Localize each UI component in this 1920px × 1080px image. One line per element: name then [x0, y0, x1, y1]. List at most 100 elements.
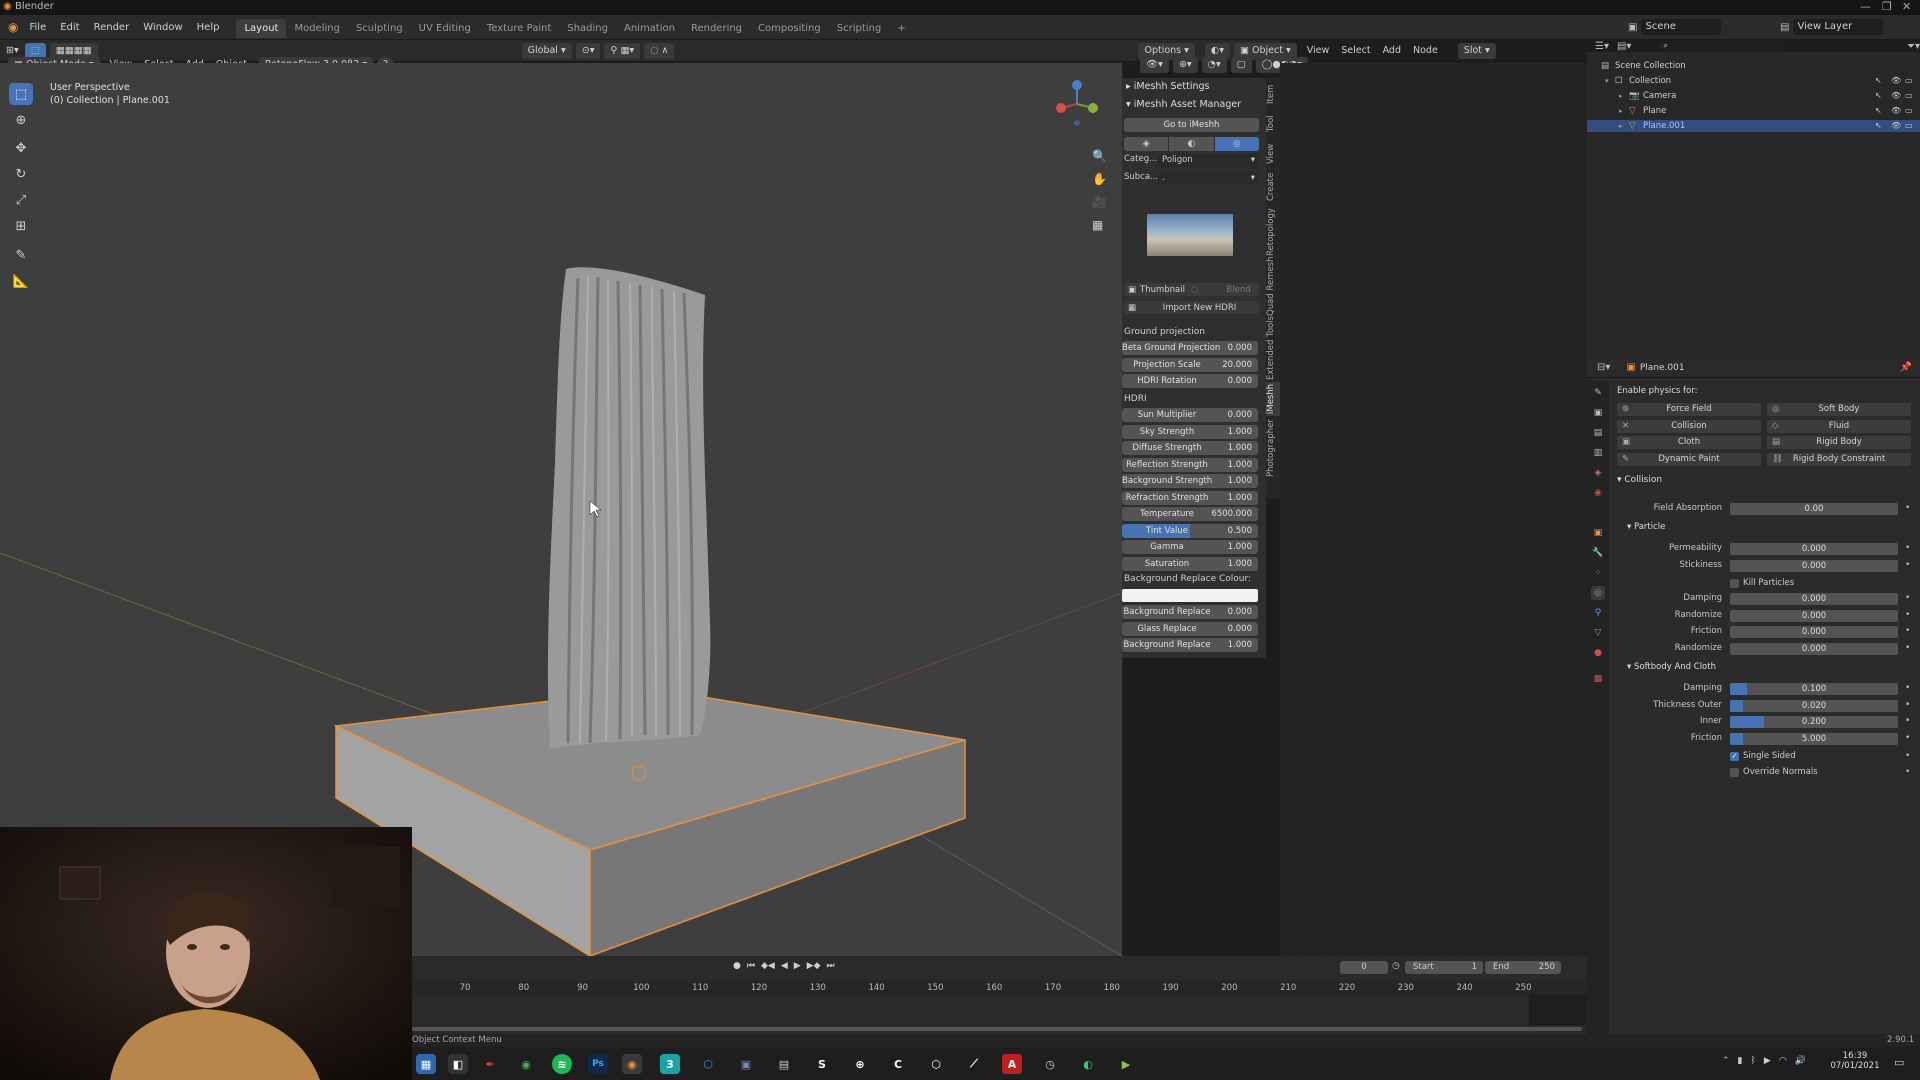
tab-view[interactable]: View [1266, 140, 1280, 168]
tab-uv-editing[interactable]: UV Editing [411, 19, 479, 38]
vectorworks-icon[interactable]: ⟋ [964, 1054, 984, 1074]
box-icon[interactable]: ⬡ [698, 1054, 718, 1074]
background-colour-swatch[interactable] [1122, 589, 1258, 602]
material-type-icon[interactable]: ◐ [1169, 136, 1214, 151]
hdri-row[interactable]: Saturation 1.000 [1122, 556, 1258, 571]
selectable-icon[interactable]: ↖ [1875, 105, 1882, 117]
softbody-0-field[interactable]: 0.100 [1730, 683, 1898, 695]
3d-viewport[interactable]: User Perspective (0) Collection | Plane.… [0, 63, 1122, 956]
add-workspace-icon[interactable]: + [889, 19, 913, 38]
tab-retopology[interactable]: Retopology [1266, 206, 1280, 258]
transform-tool-icon[interactable]: ⊞ [9, 215, 33, 237]
goto-imeshh-button[interactable]: Go to iMeshh [1124, 118, 1259, 132]
tab-animation[interactable]: Animation [616, 19, 683, 38]
ground-projection-row[interactable]: Beta Ground Projection 0.000 [1122, 341, 1258, 355]
hdri-row[interactable]: Diffuse Strength 1.000 [1122, 441, 1258, 455]
keyframe-dot-icon[interactable]: • [1905, 716, 1910, 726]
hdri-row[interactable]: Background Strength 1.000 [1122, 474, 1258, 488]
current-frame-field[interactable]: 0 [1340, 961, 1388, 974]
model-type-icon[interactable]: ◈ [1124, 136, 1169, 151]
outliner-item[interactable]: ▸ ▽ Plane ↖ 👁 ▭ [1587, 105, 1920, 117]
overlay-icon[interactable]: ◔▾ [1201, 56, 1227, 73]
import-hdri-button[interactable]: ▦ Import New HDRI [1124, 301, 1259, 314]
particle-section[interactable]: ▾ Particle [1627, 522, 1665, 532]
app-icon[interactable]: ▣ [736, 1054, 756, 1074]
view-layer-name[interactable]: View Layer [1793, 19, 1884, 35]
visibility-icon[interactable]: 👁 [1891, 90, 1901, 102]
tab-shading[interactable]: Shading [559, 19, 616, 38]
hdri-type-icon[interactable]: ◎ [1214, 136, 1259, 151]
keyframe-dot-icon[interactable]: • [1905, 543, 1910, 553]
scene-name[interactable]: Scene [1641, 19, 1722, 35]
tab-imeshh[interactable]: iMeshh [1266, 382, 1280, 416]
maximize-icon[interactable]: ❐ [1882, 0, 1892, 13]
ground-projection-row[interactable]: Projection Scale 20.000 [1122, 357, 1258, 372]
network-icon[interactable]: ◠ [1779, 1056, 1787, 1066]
next-keyframe-icon[interactable]: ▶◆ [807, 961, 821, 971]
hdri-row[interactable]: Refraction Strength 1.000 [1122, 490, 1258, 505]
particle-1-field[interactable]: 0.000 [1730, 559, 1898, 572]
hdri-row[interactable]: Gamma 1.000 [1122, 540, 1258, 554]
jump-end-icon[interactable]: ⏭ [827, 961, 835, 971]
object-tab-icon[interactable]: ▣ [1591, 526, 1605, 540]
output-tab-icon[interactable]: ▤ [1591, 426, 1605, 440]
keyframe-dot-icon[interactable]: • [1905, 626, 1910, 636]
keyframe-dot-icon[interactable]: • [1905, 700, 1910, 710]
tab-tool[interactable]: Tool [1266, 110, 1280, 138]
navigation-gizmo[interactable] [1050, 78, 1100, 128]
hdri-row[interactable]: Temperature 6500.000 [1122, 507, 1258, 521]
softbody-section[interactable]: ▾ Softbody And Cloth [1627, 662, 1716, 672]
menu-help[interactable]: Help [190, 15, 227, 40]
notification-icon[interactable]: ▭ [1894, 1056, 1904, 1069]
outliner-item[interactable]: ▤ Scene Collection [1587, 60, 1920, 72]
app-3-icon[interactable]: 3 [660, 1054, 680, 1074]
app-green-icon[interactable]: ▶ [1116, 1054, 1136, 1074]
render-icon[interactable]: ▭ [1905, 120, 1913, 132]
softbody-1-field[interactable]: 0.020 [1730, 699, 1898, 712]
visibility-icon[interactable]: 👁 [1891, 105, 1901, 117]
physics-soft-body-button[interactable]: ◎ Soft Body [1767, 403, 1911, 416]
camera-view-icon[interactable]: 🎥 [1092, 195, 1107, 209]
select-tool-icon[interactable]: ⬚ [9, 83, 33, 105]
tab-texture-paint[interactable]: Texture Paint [479, 19, 560, 38]
scene-selector[interactable]: ▣ Scene [1628, 19, 1722, 35]
cinema-icon[interactable]: C [888, 1054, 908, 1074]
render-tab-icon[interactable]: ▣ [1591, 406, 1605, 420]
expand-icon[interactable]: ▸ [1619, 105, 1623, 117]
keyframe-dot-icon[interactable]: • [1905, 643, 1910, 653]
tab-compositing[interactable]: Compositing [750, 19, 829, 38]
end-frame-field[interactable]: End 250 [1485, 961, 1561, 974]
tab-extended-tools[interactable]: Extended Tools [1266, 316, 1280, 380]
tab-layout[interactable]: Layout [236, 19, 287, 38]
annotate-tool-icon[interactable]: ✎ [9, 244, 33, 266]
tab-quad-remesh[interactable]: Quad Remesh [1266, 257, 1280, 316]
hdri-row[interactable]: Sky Strength 1.000 [1122, 424, 1258, 439]
minimize-icon[interactable]: — [1860, 0, 1871, 13]
visibility-icon[interactable]: 👁 [1891, 120, 1901, 132]
physics-collision-button[interactable]: ✕ Collision [1617, 419, 1761, 433]
viewport-scene[interactable] [0, 63, 1122, 956]
blender-taskbar-icon[interactable]: ◉ [622, 1054, 642, 1074]
physics-dynamic-paint-button[interactable]: ✎ Dynamic Paint [1617, 452, 1761, 466]
selectable-icon[interactable]: ↖ [1875, 75, 1882, 87]
unreal-icon[interactable]: ⬡ [926, 1054, 946, 1074]
expand-icon[interactable]: ▸ [1619, 90, 1623, 102]
rotate-tool-icon[interactable]: ↻ [9, 163, 33, 185]
acrobat-icon[interactable]: A [1002, 1054, 1022, 1074]
pin-icon[interactable]: 📌 [1900, 362, 1912, 373]
physics-fluid-button[interactable]: ◇ Fluid [1767, 419, 1911, 433]
tab-rendering[interactable]: Rendering [683, 19, 750, 38]
particle2-0-field[interactable]: 0.000 [1730, 593, 1898, 605]
world-tab-icon[interactable]: ◉ [1591, 486, 1605, 500]
chrome-icon[interactable]: ◉ [516, 1054, 536, 1074]
hdri-row[interactable]: Reflection Strength 1.000 [1122, 457, 1258, 472]
start-frame-field[interactable]: Start 1 [1405, 961, 1483, 974]
tab-create[interactable]: Create [1266, 170, 1280, 204]
tab-photographer[interactable]: Photographer [1266, 418, 1280, 478]
particle-0-field[interactable]: 0.000 [1730, 543, 1898, 555]
tray-app-icon[interactable]: ▶ [1764, 1056, 1771, 1066]
prev-keyframe-icon[interactable]: ◆◀ [761, 961, 775, 971]
imeshh-asset-manager-header[interactable]: ▾ iMeshh Asset Manager [1122, 96, 1266, 114]
outliner-item[interactable]: ▸ ▽ Plane.001 ↖ 👁 ▭ [1587, 120, 1920, 132]
tab-modeling[interactable]: Modeling [286, 19, 348, 38]
